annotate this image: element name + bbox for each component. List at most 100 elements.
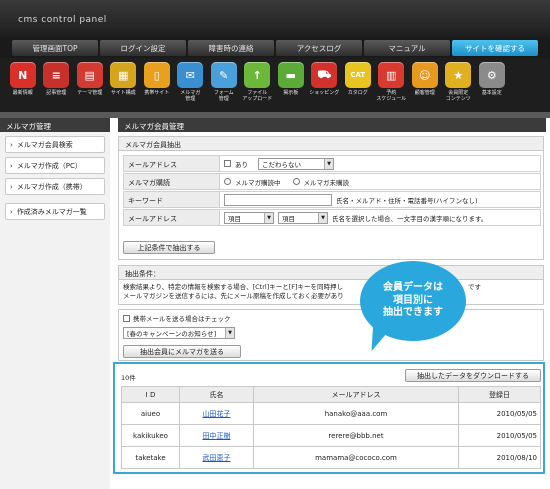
mail-exists-select[interactable]: こだわらない ▼ (258, 157, 334, 170)
cell-email: rerere@bbb.net (253, 424, 459, 447)
module-news-button[interactable]: N 最新情報 (6, 58, 40, 112)
subscribed-radio[interactable] (224, 178, 231, 185)
search-panel: メルマガ会員抽出 メールアドレス あり こだわらない ▼ メルマガ購読 メルマガ… (118, 136, 544, 260)
app-title: cms control panel (18, 15, 107, 25)
module-mail-button[interactable]: ✉ メルマガ 管理 (174, 58, 208, 112)
callout-line: 抽出できます (383, 307, 443, 319)
member-name-link[interactable]: 山田花子 (179, 402, 254, 425)
nav-admin-top[interactable]: 管理画面TOP (12, 40, 98, 56)
cell-date: 2010/05/05 (458, 424, 541, 447)
mobile-mail-checkbox[interactable] (123, 314, 130, 322)
module-member-button[interactable]: ★ 会員限定 コンテンツ (442, 58, 476, 112)
article-icon: ≡ (43, 62, 70, 88)
checkbox-label: 携帯メールを送る場合はチェック (133, 315, 231, 323)
module-label: サイト構成 (110, 90, 136, 96)
sidebar-title: メルマガ管理 (0, 118, 110, 132)
sort-item-select-1[interactable]: 項目 ▼ (224, 211, 274, 224)
filter-row-mail-address: メールアドレス あり こだわらない ▼ (123, 155, 541, 172)
module-icon-bar: N 最新情報 ≡ 記事管理 ▤ テーマ管理 ▦ サイト構成 ▯ 携帯サイト ✉ メルマガ 管理 ✎ フォー… (0, 58, 550, 112)
sidebar-item-label: 作成済みメルマガ一覧 (16, 207, 87, 216)
chevron-down-icon: ▼ (324, 158, 333, 169)
sidebar-item-label: メルマガ作成（PC） (16, 161, 82, 170)
calendar-icon: ▥ (378, 62, 405, 88)
field-label: メルマガ購読 (123, 173, 220, 190)
select-value: こだわらない (262, 160, 301, 169)
module-board-button[interactable]: ▬ 掲示板 (274, 58, 308, 112)
conditions-panel: 抽出条件： 検索結果より、特定の情報を検索する場合、[Ctrl]キーと[F]キー… (118, 265, 544, 305)
results-table: I D 氏名 メールアドレス 登録日 aiueo 山田花子 hanako@aaa… (121, 386, 541, 469)
nav-access-log[interactable]: アクセスログ (276, 40, 362, 56)
results-panel: 10件 抽出したデータをダウンロードする I D 氏名 メールアドレス 登録日 … (113, 362, 545, 474)
column-header-name: 氏名 (179, 386, 254, 403)
column-header-date: 登録日 (458, 386, 541, 403)
module-label: 予約 スケジュール (376, 90, 407, 102)
nav-login-settings[interactable]: ログイン設定 (100, 40, 186, 56)
module-site-button[interactable]: ▦ サイト構成 (107, 58, 141, 112)
radio-label: メルマガ購読中 (235, 178, 281, 187)
search-panel-title: メルマガ会員抽出 (119, 137, 543, 151)
sort-hint: 氏名を選択した場合、一文字目の漢字順になります。 (332, 214, 488, 223)
mobile-icon: ▯ (143, 62, 170, 88)
module-theme-button[interactable]: ▤ テーマ管理 (73, 58, 107, 112)
module-mobile-button[interactable]: ▯ 携帯サイト (140, 58, 174, 112)
unsubscribed-radio[interactable] (292, 178, 300, 185)
keyword-input[interactable] (224, 193, 332, 206)
nav-trouble-contact[interactable]: 障害時の連絡 (188, 40, 274, 56)
send-panel: 携帯メールを送る場合はチェック [春のキャンペーンのお知らせ] ▼ 抽出会員にメ… (118, 309, 544, 361)
column-header-email: メールアドレス (253, 386, 459, 403)
member-name-link[interactable]: 武田恵子 (179, 446, 254, 469)
chevron-right-icon: › (10, 207, 13, 216)
chevron-right-icon: › (10, 140, 13, 149)
module-label: ファイル アップロード (242, 90, 273, 102)
select-value: 項目 (282, 214, 295, 223)
module-label: 携帯サイト (144, 90, 170, 96)
sidebar-item-member-search[interactable]: › メルマガ会員検索 (5, 136, 105, 153)
cell-date: 2010/05/05 (458, 402, 541, 425)
send-newsletter-button[interactable]: 抽出会員にメルマガを送る (123, 345, 241, 358)
checkbox-label: あり (235, 160, 248, 169)
table-row: kakikukeo 田中正樹 rerere@bbb.net 2010/05/05 (121, 424, 541, 447)
cell-id: kakikukeo (121, 424, 180, 447)
sort-item-select-2[interactable]: 項目 ▼ (278, 211, 328, 224)
main-nav: 管理画面TOP ログイン設定 障害時の連絡 アクセスログ マニュアル サイトを確… (0, 38, 550, 58)
chevron-down-icon: ▼ (264, 212, 273, 223)
page-title: メルマガ会員管理 (118, 118, 546, 132)
field-label: キーワード (123, 191, 220, 208)
mail-exists-checkbox[interactable] (224, 160, 231, 167)
cell-email: mamama@cococo.com (253, 446, 459, 469)
sidebar-item-create-pc[interactable]: › メルマガ作成（PC） (5, 157, 105, 174)
field-label: メールアドレス (123, 155, 220, 172)
upload-icon: ↑ (244, 62, 271, 88)
table-row: taketake 武田恵子 mamama@cococo.com 2010/08/… (121, 446, 541, 469)
module-settings-button[interactable]: ⚙ 基本設定 (475, 58, 509, 112)
module-shopping-button[interactable]: ⛟ ショッピング (308, 58, 342, 112)
cell-email: hanako@aaa.com (253, 402, 459, 425)
module-form-button[interactable]: ✎ フォーム 管理 (207, 58, 241, 112)
select-value: [春のキャンペーンのお知らせ] (127, 330, 217, 338)
table-header-row: I D 氏名 メールアドレス 登録日 (121, 386, 541, 403)
nav-manual[interactable]: マニュアル (364, 40, 450, 56)
callout-bubble: 会員データは 項目別に 抽出できます (360, 261, 466, 341)
board-icon: ▬ (277, 62, 304, 88)
callout-line: 項目別に (393, 294, 433, 306)
callout-line: 会員データは (383, 282, 443, 294)
module-label: カタログ (347, 90, 368, 96)
cell-date: 2010/08/10 (458, 446, 541, 469)
form-icon: ✎ (210, 62, 237, 88)
nav-view-site-button[interactable]: サイトを確認する (452, 40, 538, 56)
module-customer-button[interactable]: ☺ 顧客管理 (408, 58, 442, 112)
module-article-button[interactable]: ≡ 記事管理 (40, 58, 74, 112)
member-name-link[interactable]: 田中正樹 (179, 424, 254, 447)
search-submit-button[interactable]: 上記条件で抽出する (123, 241, 215, 254)
module-catalog-button[interactable]: CAT カタログ (341, 58, 375, 112)
download-button[interactable]: 抽出したデータをダウンロードする (405, 369, 541, 382)
module-calendar-button[interactable]: ▥ 予約 スケジュール (375, 58, 409, 112)
sidebar-item-label: メルマガ作成（携帯） (16, 182, 87, 191)
shopping-icon: ⛟ (311, 62, 338, 88)
field-label: メールアドレス (123, 209, 220, 226)
sidebar-item-create-mobile[interactable]: › メルマガ作成（携帯） (5, 178, 105, 195)
site-icon: ▦ (110, 62, 137, 88)
sidebar-item-sent-list[interactable]: › 作成済みメルマガ一覧 (5, 203, 105, 220)
mail-template-select[interactable]: [春のキャンペーンのお知らせ] ▼ (123, 327, 235, 339)
module-upload-button[interactable]: ↑ ファイル アップロード (241, 58, 275, 112)
